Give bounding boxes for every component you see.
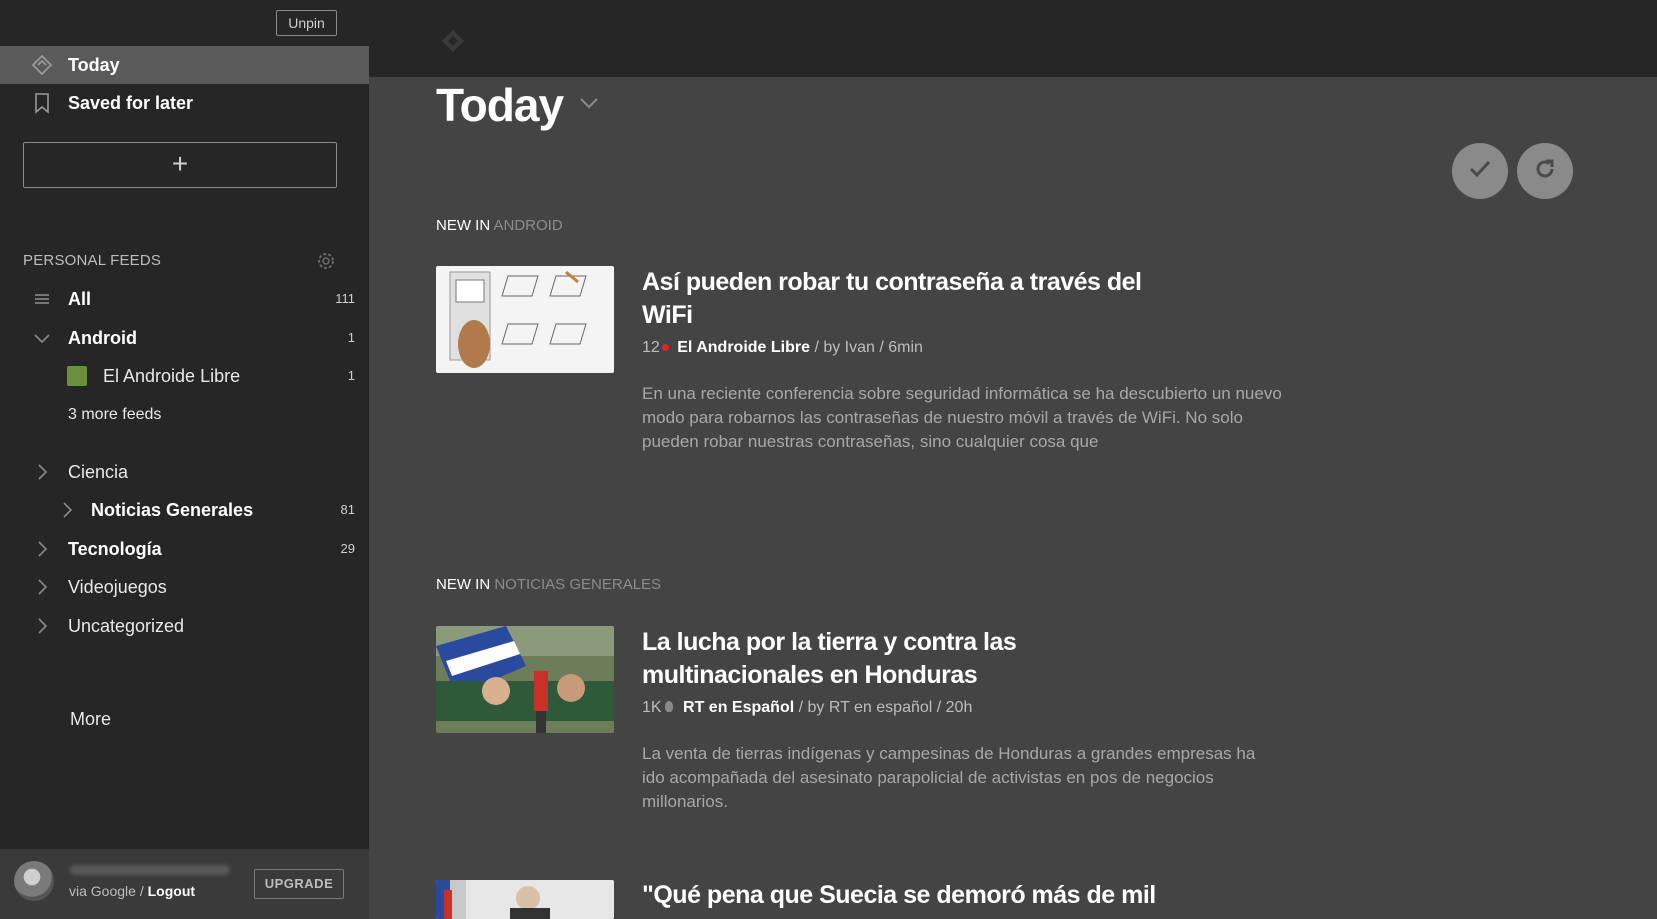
chevron-right-icon[interactable] [32, 577, 52, 597]
article-title[interactable]: "Qué pena que Suecia se demoró más de mi… [642, 879, 1202, 912]
section-prefix: NEW IN [436, 217, 494, 234]
more-feeds-link[interactable]: 3 more feeds [0, 399, 369, 433]
unread-dot-icon [661, 344, 669, 351]
feed-row-all[interactable]: All 111 [0, 282, 369, 316]
feed-label: Uncategorized [68, 616, 185, 636]
feed-label: Noticias Generales [91, 500, 254, 520]
section-header-android: NEW IN ANDROID [436, 217, 563, 234]
via-text: via Google / [69, 883, 148, 899]
logout-link[interactable]: Logout [148, 883, 195, 899]
refresh-button[interactable] [1517, 143, 1573, 199]
feed-label: El Androide Libre [103, 366, 241, 386]
feed-row-noticias-generales[interactable]: Noticias Generales 81 [0, 493, 369, 527]
feed-favicon-icon [67, 366, 87, 386]
unread-count: 29 [340, 541, 355, 556]
chevron-down-icon[interactable] [32, 328, 52, 348]
blurred-username [70, 865, 230, 875]
feed-label: Videojuegos [68, 577, 167, 597]
article-thumbnail[interactable] [436, 266, 614, 373]
flame-icon [664, 701, 673, 712]
feed-label: All [68, 289, 92, 309]
unread-count: 111 [335, 291, 355, 306]
unpin-button[interactable]: Unpin [276, 10, 337, 36]
add-content-button[interactable]: + [23, 142, 337, 188]
chevron-right-icon[interactable] [32, 462, 52, 482]
mark-all-read-button[interactable] [1452, 143, 1508, 199]
article-source[interactable]: El Androide Libre [677, 339, 810, 356]
section-prefix: NEW IN [436, 576, 495, 593]
nav-item-today[interactable]: Today [0, 46, 369, 84]
feed-row-uncategorized[interactable]: Uncategorized [0, 609, 369, 643]
section-header-noticias: NEW IN NOTICIAS GENERALES [436, 576, 661, 593]
account-footer: via Google / Logout UPGRADE [0, 849, 369, 919]
chevron-right-icon[interactable] [57, 500, 77, 520]
nav-label-saved: Saved for later [68, 92, 194, 113]
article-meta: 12 El Androide Libre / by Ivan / 6min [642, 339, 923, 357]
article-byline: / by RT en español / 20h [794, 699, 973, 716]
section-category[interactable]: NOTICIAS GENERALES [494, 576, 661, 593]
check-icon [1467, 156, 1493, 187]
gear-icon[interactable] [314, 249, 338, 273]
list-icon [32, 289, 52, 309]
upgrade-button[interactable]: UPGRADE [254, 869, 344, 899]
feed-row-android[interactable]: Android 1 [0, 321, 369, 355]
engagement-count: 1K [642, 699, 662, 716]
chevron-right-icon[interactable] [32, 539, 52, 559]
section-category[interactable]: ANDROID [494, 217, 563, 234]
chevron-right-icon[interactable] [32, 616, 52, 636]
article-title[interactable]: Así pueden robar tu contraseña a través … [642, 266, 1162, 332]
chevron-down-icon[interactable] [578, 96, 600, 110]
feedly-logo-icon[interactable] [440, 28, 466, 54]
article-byline: / by Ivan / 6min [810, 339, 923, 356]
page-title: Today [436, 79, 564, 131]
feed-label: Ciencia [68, 462, 129, 482]
today-icon [30, 53, 54, 77]
feed-label: Android [68, 328, 137, 348]
engagement-count: 12 [642, 339, 660, 356]
feed-label: 3 more feeds [68, 406, 162, 423]
unread-count: 1 [347, 368, 355, 383]
feed-label: Tecnología [68, 539, 162, 559]
feed-row-el-androide-libre[interactable]: El Androide Libre 1 [0, 359, 369, 393]
avatar[interactable] [14, 861, 54, 901]
login-provider: via Google / Logout [69, 883, 195, 899]
article-meta: 1K RT en Español / by RT en español / 20… [642, 699, 972, 717]
unread-count: 81 [340, 502, 355, 517]
top-bar [369, 0, 1657, 77]
article-snippet[interactable]: En una reciente conferencia sobre seguri… [642, 382, 1282, 454]
article-thumbnail[interactable] [436, 626, 614, 733]
sidebar: Unpin Today Saved for later + PERSONAL F… [0, 0, 369, 919]
more-link[interactable]: More [70, 709, 111, 730]
feed-row-tecnologia[interactable]: Tecnología 29 [0, 532, 369, 566]
feed-row-ciencia[interactable]: Ciencia [0, 455, 369, 489]
article-source[interactable]: RT en Español [683, 699, 794, 716]
refresh-icon [1532, 156, 1558, 187]
article-thumbnail[interactable] [436, 880, 614, 919]
article-title[interactable]: La lucha por la tierra y contra las mult… [642, 626, 1162, 692]
article-snippet[interactable]: La venta de tierras indígenas y campesin… [642, 742, 1282, 814]
personal-feeds-title: PERSONAL FEEDS [23, 252, 162, 269]
nav-label-today: Today [68, 54, 120, 75]
bookmark-icon [30, 91, 54, 115]
feed-row-videojuegos[interactable]: Videojuegos [0, 570, 369, 604]
nav-item-saved-for-later[interactable]: Saved for later [0, 84, 369, 122]
unread-count: 1 [347, 330, 355, 345]
